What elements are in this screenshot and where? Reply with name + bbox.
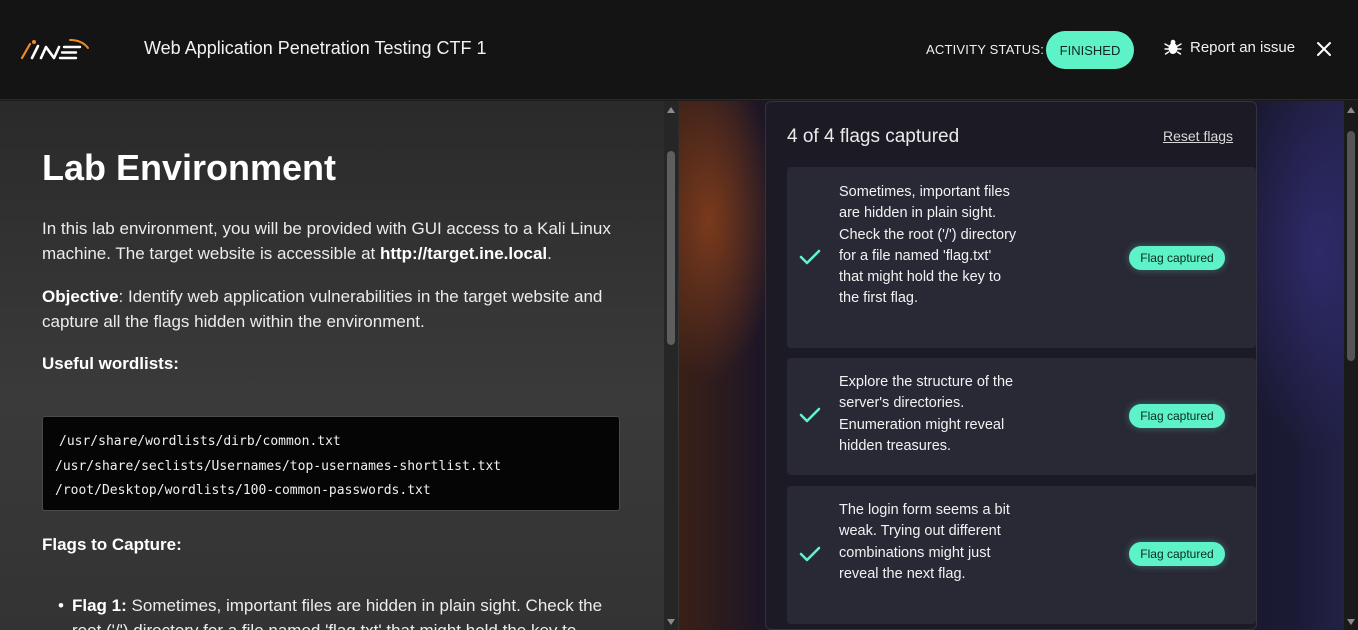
- flag-description: Sometimes, important files are hidden in…: [839, 184, 1017, 307]
- page-title: Lab Environment: [42, 147, 337, 188]
- scrollbar-thumb[interactable]: [1347, 131, 1355, 361]
- lab-instructions-panel: Lab Environment In this lab environment,…: [0, 101, 680, 630]
- wordlists-heading: Useful wordlists:: [42, 354, 179, 373]
- reset-flags-link[interactable]: Reset flags: [1163, 128, 1233, 144]
- flag-description: The login form seems a bit weak. Trying …: [839, 502, 1010, 582]
- flag1-label: Flag 1:: [72, 596, 127, 615]
- activity-status-label: ACTIVITY STATUS:: [926, 42, 1045, 57]
- flags-heading: Flags to Capture:: [42, 535, 182, 554]
- check-icon: [799, 407, 821, 423]
- scroll-up-arrow-icon[interactable]: [667, 107, 675, 113]
- flag1-text: Sometimes, important files are hidden in…: [72, 596, 603, 630]
- code-line: /usr/share/wordlists/dirb/common.txt: [59, 434, 341, 449]
- right-scrollbar[interactable]: [1344, 101, 1358, 630]
- flag-description: Explore the structure of the server's di…: [839, 374, 1014, 454]
- top-bar: Web Application Penetration Testing CTF …: [0, 0, 1358, 100]
- scroll-up-arrow-icon[interactable]: [1347, 107, 1355, 113]
- flags-panel: 4 of 4 flags captured Reset flags Someti…: [765, 101, 1257, 630]
- close-icon[interactable]: [1313, 38, 1335, 60]
- objective-text: : Identify web application vulnerabiliti…: [42, 287, 603, 331]
- code-line: /root/Desktop/wordlists/100-common-passw…: [55, 483, 431, 498]
- flags-summary: 4 of 4 flags captured: [787, 126, 960, 147]
- activity-status-badge: FINISHED: [1046, 31, 1134, 69]
- flag-captured-badge: Flag captured: [1129, 542, 1225, 566]
- flag-captured-badge: Flag captured: [1129, 246, 1225, 270]
- flag-captured-badge: Flag captured: [1129, 404, 1225, 428]
- list-item: Flag 1: Sometimes, important files are h…: [58, 593, 632, 630]
- intro-suffix: .: [547, 244, 552, 263]
- report-issue-button[interactable]: Report an issue: [1164, 38, 1295, 56]
- left-scrollbar[interactable]: [664, 101, 678, 630]
- flag-card: Sometimes, important files are hidden in…: [787, 167, 1256, 348]
- scrollbar-thumb[interactable]: [667, 151, 675, 345]
- scroll-down-arrow-icon[interactable]: [667, 619, 675, 625]
- lab-title: Web Application Penetration Testing CTF …: [144, 38, 487, 58]
- ine-logo-icon[interactable]: [20, 36, 90, 64]
- flag-card: The login form seems a bit weak. Trying …: [787, 486, 1256, 624]
- intro-paragraph: In this lab environment, you will be pro…: [42, 216, 632, 266]
- flag-card: Explore the structure of the server's di…: [787, 358, 1256, 475]
- check-icon: [799, 249, 821, 265]
- target-url: http://target.ine.local: [379, 244, 548, 263]
- check-icon: [799, 546, 821, 562]
- bug-icon: [1164, 39, 1182, 55]
- objective-label: Objective: [42, 287, 119, 306]
- code-line: /usr/share/seclists/Usernames/top-userna…: [55, 458, 502, 474]
- objective-paragraph: Objective: Identify web application vuln…: [42, 284, 632, 334]
- report-issue-label: Report an issue: [1190, 38, 1296, 56]
- wordlists-code-block: /usr/share/wordlists/dirb/common.txt /us…: [42, 416, 620, 511]
- scroll-down-arrow-icon[interactable]: [1347, 619, 1355, 625]
